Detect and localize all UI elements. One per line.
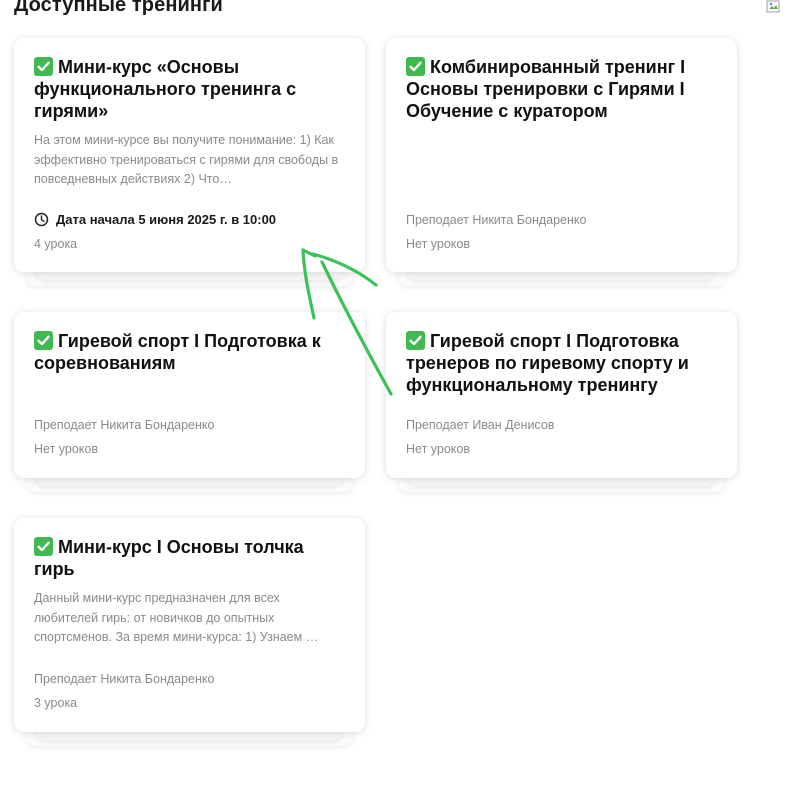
card-body[interactable]: Комбинированный тренинг I Основы трениро… [386,38,737,272]
start-date-text: Дата начала 5 июня 2025 г. в 10:00 [56,212,277,227]
card-title-text: Мини-курс I Основы толчка гирь [34,537,304,579]
card-description: Данный мини-курс предназначен для всех л… [34,591,319,644]
check-mark-icon [34,537,53,556]
card-title-text: Гиревой спорт I Подготовка к соревновани… [34,331,321,373]
lessons-count: 3 урока [34,696,78,710]
lessons-count: 4 урока [34,237,78,251]
card-description: На этом мини-курсе вы получите понимание… [34,133,339,186]
lessons-count: Нет уроков [406,442,470,456]
card-body[interactable]: Мини-курс I Основы толчка гирь Данный ми… [14,518,365,732]
check-mark-icon [34,57,53,76]
training-card[interactable]: Мини-курс I Основы толчка гирь Данный ми… [14,518,365,746]
teacher-name: Преподает Никита Бондаренко [34,672,215,686]
card-title[interactable]: Мини-курс «Основы функционального тренин… [34,56,345,122]
training-card[interactable]: Мини-курс «Основы функционального тренин… [14,38,365,286]
teacher-name: Преподает Никита Бондаренко [34,418,215,432]
card-title[interactable]: Мини-курс I Основы толчка гирь [34,536,345,580]
card-body[interactable]: Гиревой спорт I Подготовка к соревновани… [14,312,365,478]
card-title[interactable]: Гиревой спорт I Подготовка к соревновани… [34,330,345,374]
card-title[interactable]: Комбинированный тренинг I Основы трениро… [406,56,717,122]
card-body[interactable]: Гиревой спорт I Подготовка тренеров по г… [386,312,737,478]
clock-icon [34,212,49,227]
card-title[interactable]: Гиревой спорт I Подготовка тренеров по г… [406,330,717,396]
card-body[interactable]: Мини-курс «Основы функционального тренин… [14,38,365,272]
card-title-text: Комбинированный тренинг I Основы трениро… [406,57,686,121]
check-mark-icon [406,57,425,76]
card-title-text: Гиревой спорт I Подготовка тренеров по г… [406,331,689,395]
lessons-count: Нет уроков [34,442,98,456]
training-card[interactable]: Комбинированный тренинг I Основы трениро… [386,38,737,286]
lessons-count: Нет уроков [406,237,470,251]
card-title-text: Мини-курс «Основы функционального тренин… [34,57,297,121]
training-card[interactable]: Гиревой спорт I Подготовка тренеров по г… [386,312,737,492]
start-date: Дата начала 5 июня 2025 г. в 10:00 [34,212,276,227]
check-mark-icon [34,331,53,350]
broken-image-icon [766,0,780,13]
page-title: Доступные тренинги [14,0,223,16]
teacher-name: Преподает Никита Бондаренко [406,213,587,227]
training-card[interactable]: Гиревой спорт I Подготовка к соревновани… [14,312,365,492]
check-mark-icon [406,331,425,350]
teacher-name: Преподает Иван Денисов [406,418,555,432]
